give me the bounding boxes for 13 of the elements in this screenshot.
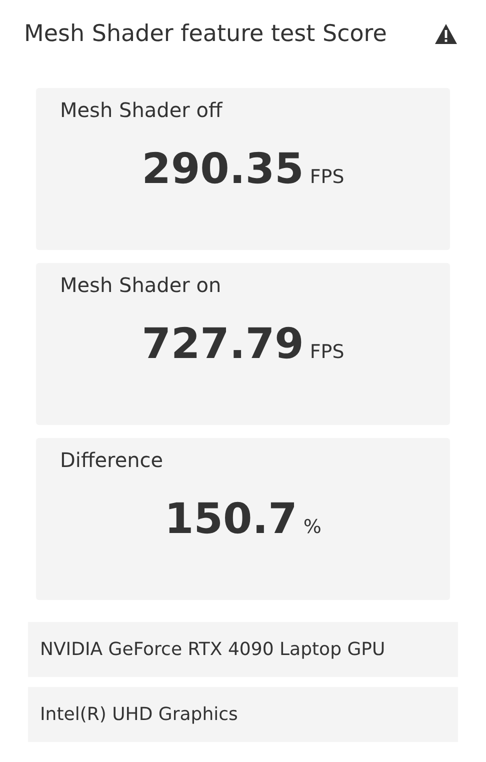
result-label: Difference (60, 448, 164, 472)
page-title: Mesh Shader feature test Score (24, 21, 387, 47)
device-name: NVIDIA GeForce RTX 4090 Laptop GPU (28, 622, 458, 677)
result-label: Mesh Shader off (60, 98, 222, 122)
result-unit: FPS (310, 166, 344, 188)
result-value: 150.7 (164, 494, 298, 543)
result-value: 290.35 (142, 144, 304, 193)
result-value: 727.79 (142, 319, 304, 368)
result-unit: FPS (310, 341, 344, 363)
warning-icon (434, 23, 458, 45)
result-label: Mesh Shader on (60, 273, 222, 297)
result-unit: % (303, 516, 322, 538)
device-name: Intel(R) UHD Graphics (28, 687, 458, 742)
